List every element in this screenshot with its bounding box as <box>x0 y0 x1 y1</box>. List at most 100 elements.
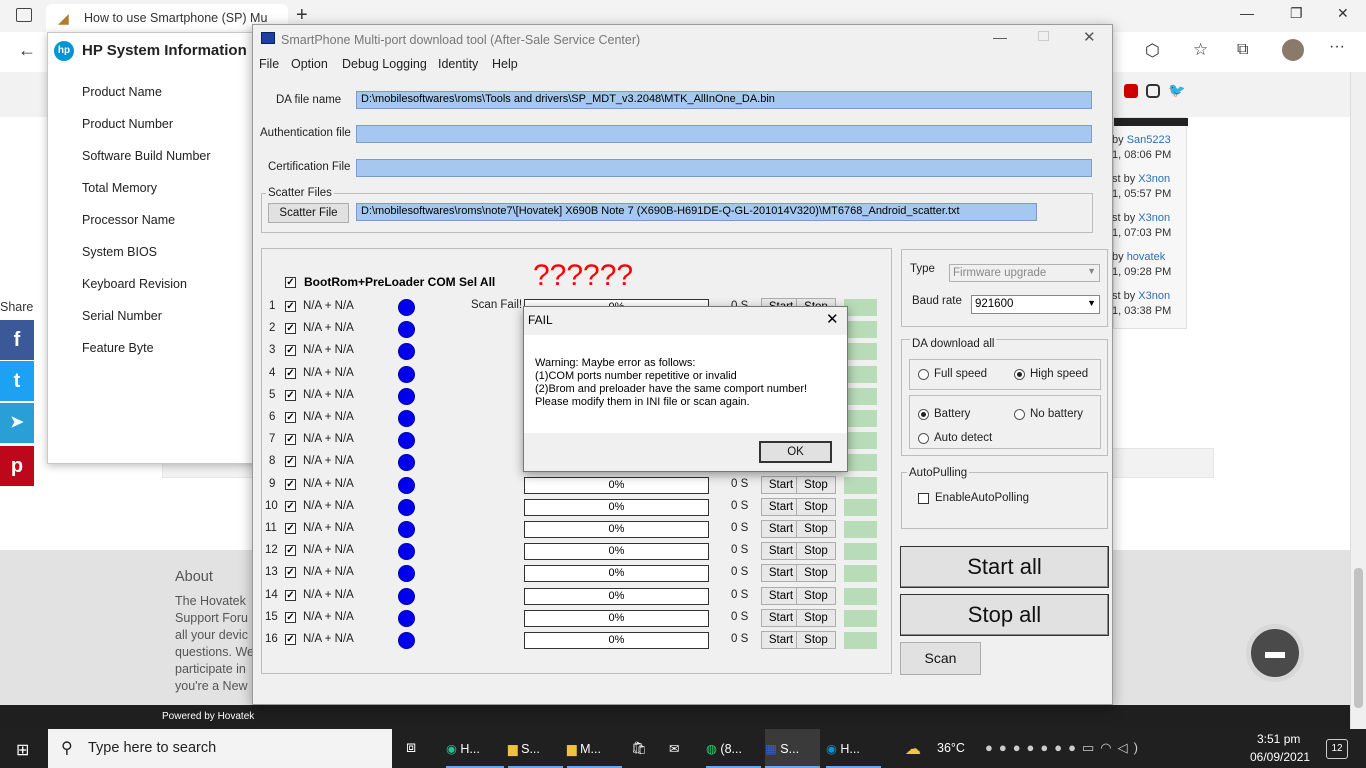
tray-icons[interactable]: ●●●●●●●▭◠◁) <box>985 740 1144 756</box>
high-speed-radio[interactable] <box>1014 369 1025 380</box>
port-start-button[interactable]: Start <box>761 564 801 583</box>
port-stop-button[interactable]: Stop <box>796 542 836 561</box>
telegram-share-icon[interactable]: ➤ <box>0 403 34 443</box>
start-icon[interactable]: ⊞ <box>16 740 29 760</box>
about-line: The Hovatek <box>175 594 246 608</box>
port-start-button[interactable]: Start <box>761 608 801 627</box>
fail-close-icon[interactable]: ✕ <box>826 310 839 328</box>
twitter-share-icon[interactable]: t <box>0 361 34 401</box>
stop-all-button[interactable]: Stop all <box>900 594 1109 636</box>
post-user[interactable]: X3non <box>1138 212 1170 224</box>
collections-icon[interactable]: ⧉ <box>1237 41 1248 59</box>
page-scrollbar[interactable] <box>1350 72 1366 729</box>
ok-button[interactable]: OK <box>759 441 832 463</box>
menu-identity[interactable]: Identity <box>438 57 478 71</box>
post-user[interactable]: X3non <box>1138 290 1170 302</box>
scatter-file-button[interactable]: Scatter File <box>268 203 349 223</box>
type-select[interactable]: Firmware upgrade ▼ <box>949 264 1100 282</box>
port-checkbox[interactable]: ✓ <box>285 611 296 623</box>
baud-select[interactable]: 921600 ▼ <box>971 295 1100 314</box>
auto-detect-radio[interactable] <box>918 433 929 444</box>
port-checkbox[interactable]: ✓ <box>285 589 296 601</box>
port-stop-button[interactable]: Stop <box>796 520 836 538</box>
port-checkbox[interactable]: ✓ <box>285 545 296 557</box>
tool-minimize-button[interactable]: — <box>993 29 1007 45</box>
menu-debug-logging[interactable]: Debug Logging <box>342 57 427 71</box>
port-checkbox[interactable]: ✓ <box>285 523 296 534</box>
scan-button[interactable]: Scan <box>900 642 981 675</box>
taskbar-search[interactable]: ⚲ Type here to search <box>48 729 392 768</box>
autopolling-checkbox[interactable] <box>918 493 929 504</box>
task-view-icon[interactable]: ⧈ <box>406 739 416 757</box>
instagram-icon[interactable] <box>1146 84 1160 98</box>
port-checkbox[interactable]: ✓ <box>285 367 296 379</box>
port-start-button[interactable]: Start <box>761 520 801 538</box>
taskbar-spmdt[interactable]: ▦ S... <box>765 729 820 768</box>
port-start-button[interactable]: Start <box>761 542 801 561</box>
cert-file-field[interactable] <box>356 159 1092 177</box>
port-stop-button[interactable]: Stop <box>796 631 836 649</box>
port-checkbox[interactable]: ✓ <box>285 456 296 468</box>
port-checkbox[interactable]: ✓ <box>285 412 296 423</box>
notifications-badge[interactable]: 12 <box>1326 739 1348 759</box>
tab-actions-icon[interactable] <box>16 8 32 22</box>
favorites-icon[interactable]: ☆ <box>1193 40 1208 60</box>
minimize-button[interactable]: — <box>1240 5 1254 21</box>
pinterest-share-icon[interactable]: p <box>0 446 34 486</box>
close-button[interactable]: ✕ <box>1337 5 1349 22</box>
port-stop-button[interactable]: Stop <box>796 608 836 627</box>
taskbar-mail-icon[interactable]: ✉ <box>669 729 693 768</box>
port-checkbox[interactable]: ✓ <box>285 500 296 512</box>
start-all-button[interactable]: Start all <box>900 546 1109 588</box>
post-user[interactable]: hovatek <box>1127 251 1166 263</box>
port-checkbox[interactable]: ✓ <box>285 478 296 490</box>
taskbar-explorer-2[interactable]: ▆ M... <box>567 729 622 768</box>
port-stop-button[interactable]: Stop <box>796 564 836 583</box>
auth-file-field[interactable] <box>356 125 1092 143</box>
port-checkbox[interactable]: ✓ <box>285 323 296 335</box>
port-checkbox[interactable]: ✓ <box>285 301 296 312</box>
port-start-button[interactable]: Start <box>761 586 801 605</box>
menu-option[interactable]: Option <box>291 57 328 71</box>
taskbar-explorer-1[interactable]: ▆ S... <box>508 729 563 768</box>
port-stop-button[interactable]: Stop <box>796 586 836 605</box>
more-menu-button[interactable]: ··· <box>1329 38 1345 56</box>
tool-maximize-button[interactable] <box>1038 31 1049 41</box>
port-start-button[interactable]: Start <box>761 631 801 649</box>
post-user[interactable]: San5223 <box>1127 134 1171 146</box>
port-stop-button[interactable]: Stop <box>796 497 836 516</box>
taskbar-hp[interactable]: ◉ H... <box>826 729 881 768</box>
menu-help[interactable]: Help <box>492 57 518 71</box>
da-file-field[interactable]: D:\mobilesoftwares\roms\Tools and driver… <box>356 91 1092 109</box>
port-stop-button[interactable]: Stop <box>796 475 836 494</box>
weather-icon[interactable]: ☁ <box>905 739 921 759</box>
port-checkbox[interactable]: ✓ <box>285 434 296 446</box>
port-time: 0 S <box>731 522 749 534</box>
taskbar-store-icon[interactable]: 🛍 <box>631 729 655 768</box>
sel-all-checkbox[interactable]: ✓ <box>285 277 296 288</box>
extensions-icon[interactable]: ⬡ <box>1145 41 1160 61</box>
taskbar-edge[interactable]: ◉ H... <box>446 729 504 768</box>
scatter-file-field[interactable]: D:\mobilesoftwares\roms\note7\[Hovatek] … <box>356 203 1037 221</box>
facebook-share-icon[interactable]: f <box>0 320 34 360</box>
post-user[interactable]: X3non <box>1138 173 1170 185</box>
port-checkbox[interactable]: ✓ <box>285 389 296 401</box>
chat-icon[interactable]: ▬ <box>1246 624 1304 682</box>
twitter-icon[interactable]: 🐦 <box>1168 82 1185 99</box>
youtube-icon[interactable] <box>1124 84 1138 98</box>
menu-file[interactable]: File <box>259 57 279 71</box>
taskbar-whatsapp[interactable]: ◍ (8... <box>706 729 761 768</box>
port-checkbox[interactable]: ✓ <box>285 345 296 357</box>
port-start-button[interactable]: Start <box>761 497 801 516</box>
port-checkbox[interactable]: ✓ <box>285 567 296 579</box>
back-icon[interactable]: ← <box>18 40 36 61</box>
avatar[interactable] <box>1282 39 1304 61</box>
battery-radio[interactable] <box>918 409 929 420</box>
no-battery-radio[interactable] <box>1014 409 1025 420</box>
port-start-button[interactable]: Start <box>761 475 801 494</box>
maximize-button[interactable]: ❐ <box>1290 5 1303 22</box>
scrollbar-thumb[interactable] <box>1354 568 1363 708</box>
full-speed-radio[interactable] <box>918 369 929 380</box>
port-checkbox[interactable]: ✓ <box>285 634 296 645</box>
tool-close-button[interactable]: ✕ <box>1083 28 1096 46</box>
